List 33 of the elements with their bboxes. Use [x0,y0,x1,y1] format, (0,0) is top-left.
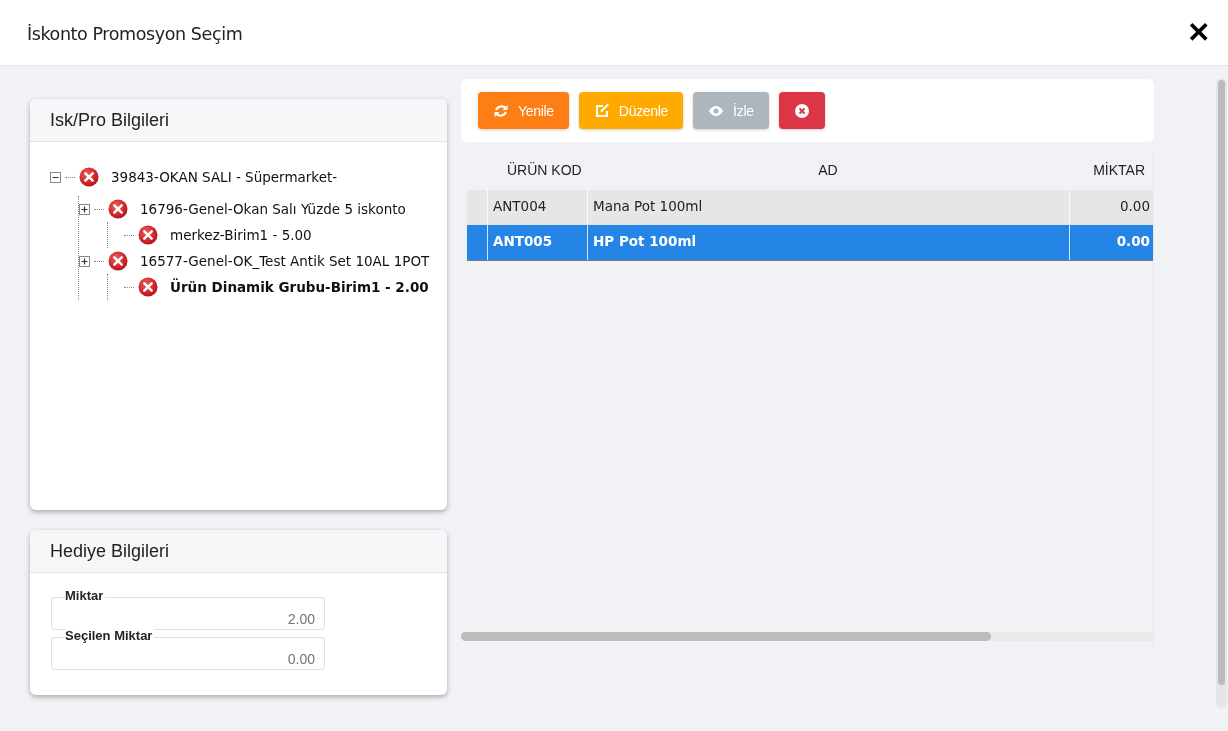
table-cell: HP Pot 100ml [587,225,1069,260]
field-label: Seçilen Miktar [65,629,155,643]
vertical-scrollbar[interactable] [1216,78,1227,708]
column-header[interactable]: ÜRÜN KOD [487,162,587,178]
collapse-toggle-icon[interactable] [50,171,61,183]
error-icon [138,277,158,297]
tree-item[interactable]: 16796-Genel-Okan Salı Yüzde 5 iskonto [140,201,406,217]
tree-item[interactable]: merkez-Birim1 - 5.00 [170,227,312,243]
tree-item[interactable]: 39843-OKAN SALI - Süpermarket- [111,169,338,185]
expand-toggle-icon[interactable] [79,203,90,215]
close-button[interactable]: ✕ [1183,18,1214,47]
panel-title: Hediye Bilgileri [30,530,447,573]
error-icon [138,225,158,245]
error-icon [108,251,128,271]
refresh-icon [493,102,509,119]
table-row[interactable]: ANT004 Mana Pot 100ml 0.00 [467,190,1153,225]
dialog-title: İskonto Promosyon Seçim [27,22,243,44]
table-row[interactable]: ANT005 HP Pot 100ml 0.00 [467,225,1153,261]
table-cell: 0.00 [1069,225,1153,260]
panel-title: Isk/Pro Bilgileri [30,99,447,142]
error-icon [79,167,99,187]
column-header[interactable]: MİKTAR [1069,162,1153,178]
tree-item[interactable]: Ürün Dinamik Grubu-Birim1 - 2.00 [170,279,429,295]
horizontal-scrollbar[interactable] [461,632,1153,641]
column-header[interactable]: AD [587,162,1069,178]
edit-icon [593,102,610,119]
tree-item[interactable]: 16577-Genel-OK_Test Antik Set 10AL 1POT [140,253,430,269]
field-label: Miktar [65,589,106,603]
close-circle-icon [793,102,810,119]
cancel-button[interactable] [778,92,825,129]
table-cell: ANT005 [487,225,587,260]
error-icon [108,199,128,219]
expand-toggle-icon[interactable] [79,255,90,267]
